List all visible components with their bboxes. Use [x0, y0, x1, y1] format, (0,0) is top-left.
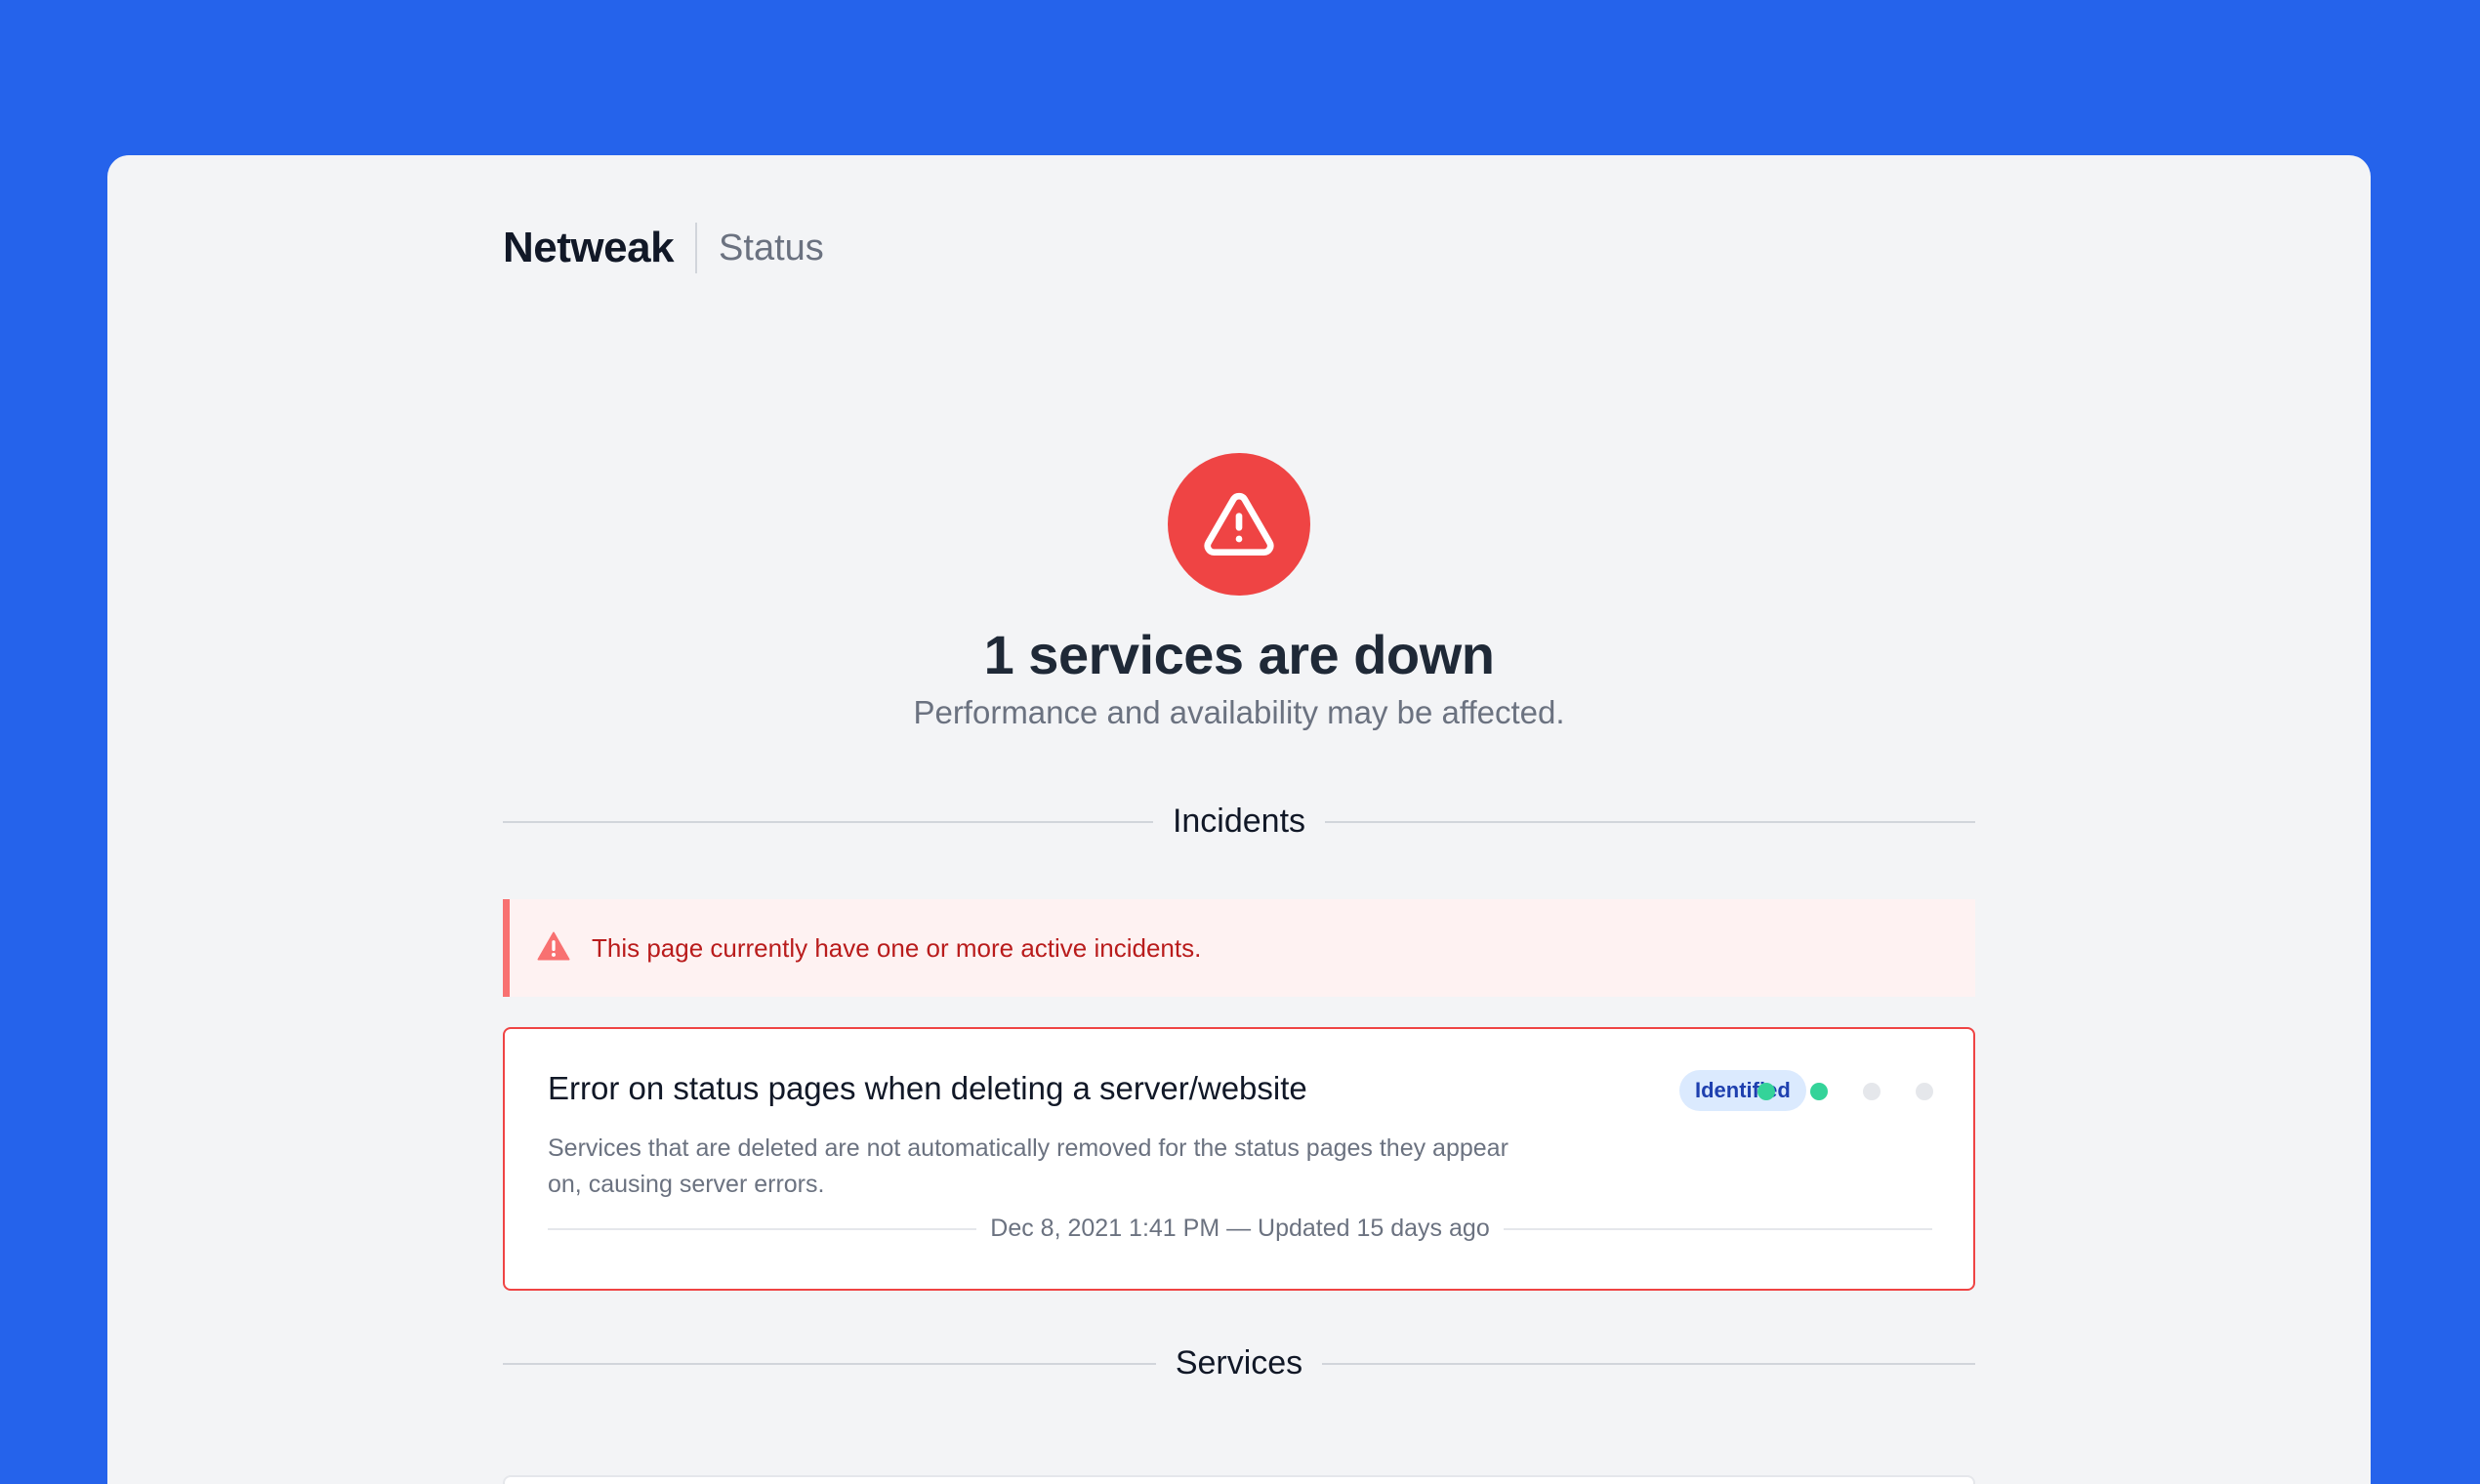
incident-description: Services that are deleted are not automa… — [548, 1134, 1509, 1198]
divider-line — [1322, 1362, 1975, 1365]
incident-status-badge: Identified — [1679, 1070, 1806, 1111]
header-divider — [695, 223, 698, 273]
divider-line — [1325, 820, 1975, 823]
services-section-header: Services — [503, 1344, 1975, 1382]
divider-line — [503, 820, 1153, 823]
incident-card[interactable]: Error on status pages when deleting a se… — [503, 1027, 1975, 1291]
progress-dot — [1916, 1083, 1933, 1100]
services-heading: Services — [1175, 1344, 1303, 1381]
brand-name[interactable]: Netweak — [503, 224, 675, 272]
incidents-heading: Incidents — [1172, 803, 1306, 840]
alert-triangle-icon — [537, 931, 570, 966]
incident-title[interactable]: Error on status pages when deleting a se… — [548, 1070, 1307, 1107]
divider-line — [503, 1362, 1156, 1365]
alert-text: This page currently have one or more act… — [592, 932, 1202, 963]
progress-dot — [1810, 1083, 1828, 1100]
incident-timestamp: Dec 8, 2021 1:41 PM — Updated 15 days ag… — [990, 1215, 1490, 1242]
status-hero: 1 services are down Performance and avai… — [503, 453, 1975, 732]
status-page-window: Netweak Status 1 services are down Perfo… — [107, 155, 2371, 1484]
progress-dot — [1863, 1083, 1881, 1100]
divider-line — [1503, 1227, 1933, 1230]
services-list — [503, 1475, 1975, 1484]
status-subtitle: Performance and availability may be affe… — [913, 694, 1565, 730]
status-title: 1 services are down — [983, 624, 1495, 685]
incident-footer: Dec 8, 2021 1:41 PM — Updated 15 days ag… — [548, 1215, 1933, 1243]
header-section-label: Status — [719, 227, 824, 268]
page-header: Netweak Status — [503, 214, 824, 282]
incidents-section-header: Incidents — [503, 803, 1975, 841]
active-incidents-alert: This page currently have one or more act… — [503, 899, 1975, 997]
divider-line — [548, 1227, 977, 1230]
progress-dot — [1757, 1083, 1775, 1100]
warning-triangle-icon — [1168, 453, 1310, 596]
